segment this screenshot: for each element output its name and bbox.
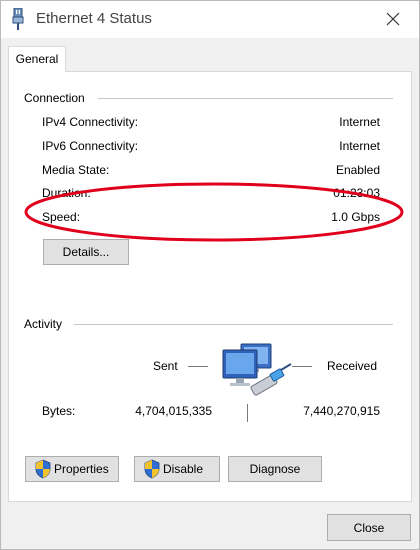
speed-value: 1.0 Gbps [331,210,380,224]
disable-button[interactable]: Disable [134,456,220,482]
ipv6-value: Internet [339,139,380,153]
bytes-sent-value: 4,704,015,335 [135,404,212,418]
sent-label: Sent [153,359,178,373]
close-icon[interactable] [382,8,404,30]
received-connector-line [292,366,312,367]
bytes-received-value: 7,440,270,915 [303,404,380,418]
ipv4-value: Internet [339,115,380,129]
diagnose-button[interactable]: Diagnose [228,456,322,482]
bytes-label: Bytes: [42,404,76,418]
received-label: Received [327,359,378,373]
duration-label: Duration: [42,186,91,200]
ipv6-label: IPv6 Connectivity: [42,139,139,153]
close-button[interactable]: Close [327,514,411,541]
ipv4-label: IPv4 Connectivity: [42,115,139,129]
duration-value: 01:23:03 [333,186,380,200]
media-state-value: Enabled [335,163,380,177]
ethernet-adapter-icon [12,8,24,30]
title-bar: Ethernet 4 Status [0,0,420,38]
connection-heading: Connection [24,91,85,105]
tab-general[interactable]: General [8,46,66,72]
properties-label: Properties [54,462,109,476]
activity-divider [74,324,393,325]
general-panel [8,71,412,502]
uac-shield-icon [35,459,51,479]
network-computers-icon [222,343,292,396]
connection-divider [98,98,393,99]
disable-label: Disable [163,462,204,476]
details-button[interactable]: Details... [43,239,129,265]
sent-connector-line [188,366,208,367]
window-title: Ethernet 4 Status [36,10,152,27]
properties-button[interactable]: Properties [25,456,119,482]
activity-heading: Activity [24,317,63,331]
media-state-label: Media State: [42,163,110,177]
uac-shield-icon [144,459,160,479]
bytes-divider [247,404,248,422]
speed-label: Speed: [42,210,81,224]
